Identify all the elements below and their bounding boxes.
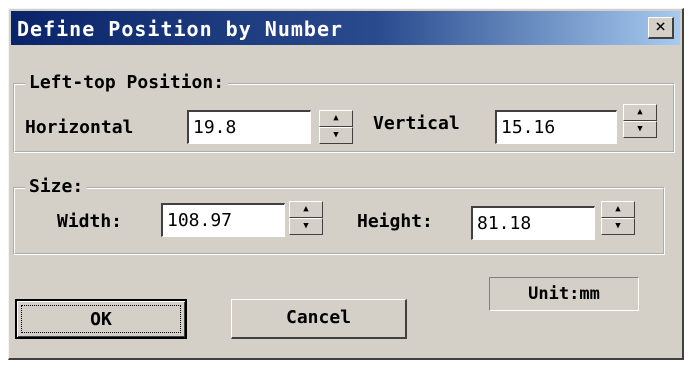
triangle-up-icon: ▲ bbox=[303, 204, 309, 214]
width-spin-up-button[interactable]: ▲ bbox=[289, 201, 323, 218]
size-legend: Size: bbox=[25, 176, 88, 197]
horizontal-input[interactable]: 19.8 bbox=[187, 110, 311, 144]
unit-display: Unit:mm bbox=[489, 277, 639, 311]
close-icon: × bbox=[655, 16, 666, 37]
horizontal-spin-up-button[interactable]: ▲ bbox=[319, 110, 353, 127]
left-top-position-legend: Left-top Position: bbox=[25, 72, 229, 93]
dialog-title: Define Position by Number bbox=[17, 17, 344, 41]
height-spin-down-button[interactable]: ▼ bbox=[601, 218, 635, 235]
title-bar[interactable]: Define Position by Number × bbox=[11, 11, 680, 45]
vertical-input[interactable]: 15.16 bbox=[495, 110, 617, 144]
triangle-up-icon: ▲ bbox=[615, 204, 621, 214]
width-input[interactable]: 108.97 bbox=[161, 203, 285, 237]
horizontal-spinner[interactable]: ▲ ▼ bbox=[319, 110, 353, 144]
vertical-spin-up-button[interactable]: ▲ bbox=[623, 104, 657, 121]
width-spin-down-button[interactable]: ▼ bbox=[289, 218, 323, 235]
triangle-down-icon: ▼ bbox=[637, 124, 643, 134]
height-label: Height: bbox=[357, 211, 433, 232]
vertical-spinner[interactable]: ▲ ▼ bbox=[623, 104, 657, 138]
vertical-spin-down-button[interactable]: ▼ bbox=[623, 121, 657, 138]
cancel-button[interactable]: Cancel bbox=[231, 299, 407, 339]
horizontal-spin-down-button[interactable]: ▼ bbox=[319, 127, 353, 144]
height-input[interactable]: 81.18 bbox=[471, 206, 595, 240]
vertical-label: Vertical bbox=[373, 113, 460, 134]
ok-button-label: OK bbox=[21, 305, 181, 333]
triangle-up-icon: ▲ bbox=[637, 107, 643, 117]
triangle-down-icon: ▼ bbox=[303, 221, 309, 231]
horizontal-label: Horizontal bbox=[25, 117, 134, 138]
close-button[interactable]: × bbox=[648, 17, 674, 39]
triangle-down-icon: ▼ bbox=[615, 221, 621, 231]
ok-button[interactable]: OK bbox=[15, 299, 187, 339]
triangle-down-icon: ▼ bbox=[333, 130, 339, 140]
height-spin-up-button[interactable]: ▲ bbox=[601, 201, 635, 218]
width-label: Width: bbox=[57, 211, 123, 232]
height-spinner[interactable]: ▲ ▼ bbox=[601, 201, 635, 235]
width-spinner[interactable]: ▲ ▼ bbox=[289, 201, 323, 235]
define-position-dialog: Define Position by Number × Left-top Pos… bbox=[8, 8, 684, 360]
triangle-up-icon: ▲ bbox=[333, 113, 339, 123]
